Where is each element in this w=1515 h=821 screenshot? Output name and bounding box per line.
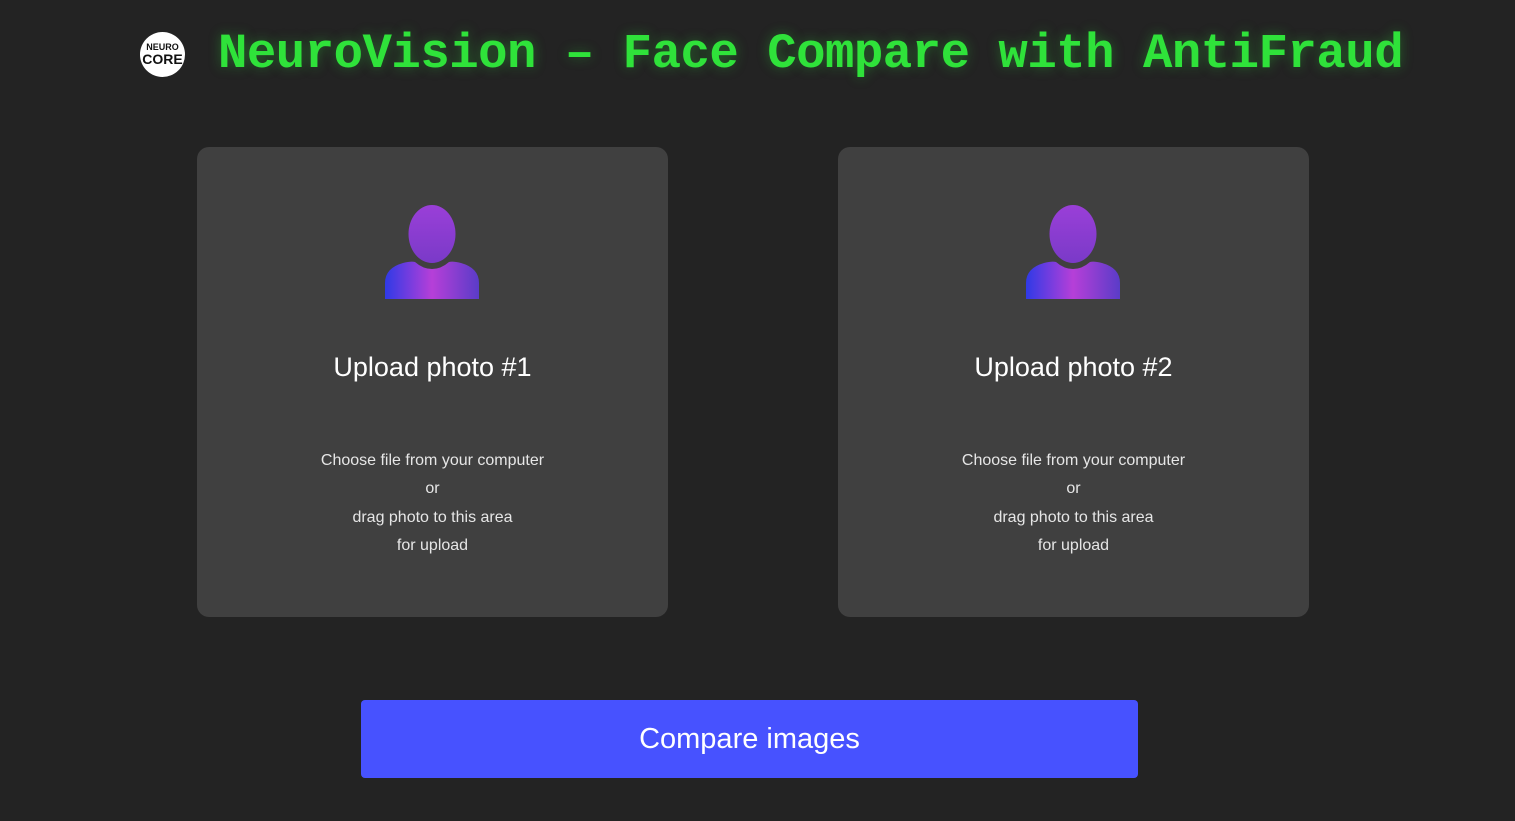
upload-area-2[interactable]: Upload photo #2 Choose file from your co… xyxy=(838,147,1309,617)
upload-hint-1: Choose file from your computer or drag p… xyxy=(197,447,668,561)
hint-line: drag photo to this area xyxy=(993,508,1154,526)
hint-line: or xyxy=(1066,480,1081,498)
neurocore-logo[interactable]: NEURO CORE xyxy=(140,32,185,77)
hint-line: for upload xyxy=(1037,537,1110,555)
upload-title-2: Upload photo #2 xyxy=(974,352,1173,382)
hint-line: Choose file from your computer xyxy=(961,452,1186,469)
person-silhouette-icon xyxy=(385,205,479,299)
hint-line: Choose file from your computer xyxy=(320,452,545,469)
logo-text-bottom: CORE xyxy=(142,51,183,67)
upload-hint-2: Choose file from your computer or drag p… xyxy=(838,447,1309,561)
upload-area-1[interactable]: Upload photo #1 Choose file from your co… xyxy=(197,147,668,617)
upload-title-1: Upload photo #1 xyxy=(333,352,532,382)
compare-images-button[interactable]: Compare images xyxy=(361,700,1138,778)
hint-line: for upload xyxy=(396,537,469,555)
page-header: NEURO CORE NeuroVision – Face Compare wi… xyxy=(0,0,1515,110)
hint-line: or xyxy=(425,480,440,498)
page-title: NeuroVision – Face Compare with AntiFrau… xyxy=(218,26,1404,82)
person-silhouette-icon xyxy=(1026,205,1120,299)
hint-line: drag photo to this area xyxy=(352,508,513,526)
